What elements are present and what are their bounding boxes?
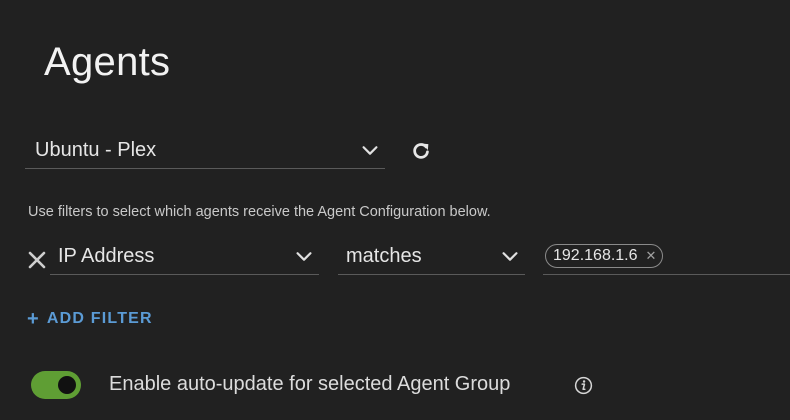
auto-update-toggle[interactable]: [31, 371, 81, 399]
page-title: Agents: [44, 40, 171, 84]
filters-hint: Use filters to select which agents recei…: [28, 204, 491, 220]
info-icon[interactable]: [574, 376, 593, 395]
filter-field-value: IP Address: [58, 244, 155, 267]
agent-group-select-value: Ubuntu - Plex: [35, 138, 157, 161]
filter-value-input[interactable]: 192.168.1.6 ✕: [543, 238, 790, 275]
filter-operator-select[interactable]: matches: [338, 238, 525, 275]
add-filter-button[interactable]: + ADD FILTER: [27, 309, 153, 329]
chevron-down-icon: [296, 252, 312, 261]
filter-value-chip-label: 192.168.1.6: [553, 247, 638, 264]
plus-icon: +: [27, 308, 40, 330]
add-filter-label: ADD FILTER: [46, 310, 153, 327]
chip-remove-icon[interactable]: ✕: [646, 248, 657, 264]
refresh-icon[interactable]: [410, 140, 432, 162]
chevron-down-icon: [362, 146, 378, 155]
auto-update-label: Enable auto-update for selected Agent Gr…: [109, 373, 511, 395]
agent-group-select[interactable]: Ubuntu - Plex: [25, 132, 385, 169]
filter-value-chip: 192.168.1.6 ✕: [545, 244, 664, 268]
chevron-down-icon: [502, 252, 518, 261]
filter-operator-value: matches: [346, 244, 422, 267]
filter-field-select[interactable]: IP Address: [50, 238, 319, 275]
remove-filter-icon[interactable]: [27, 250, 47, 270]
toggle-knob: [58, 376, 76, 394]
